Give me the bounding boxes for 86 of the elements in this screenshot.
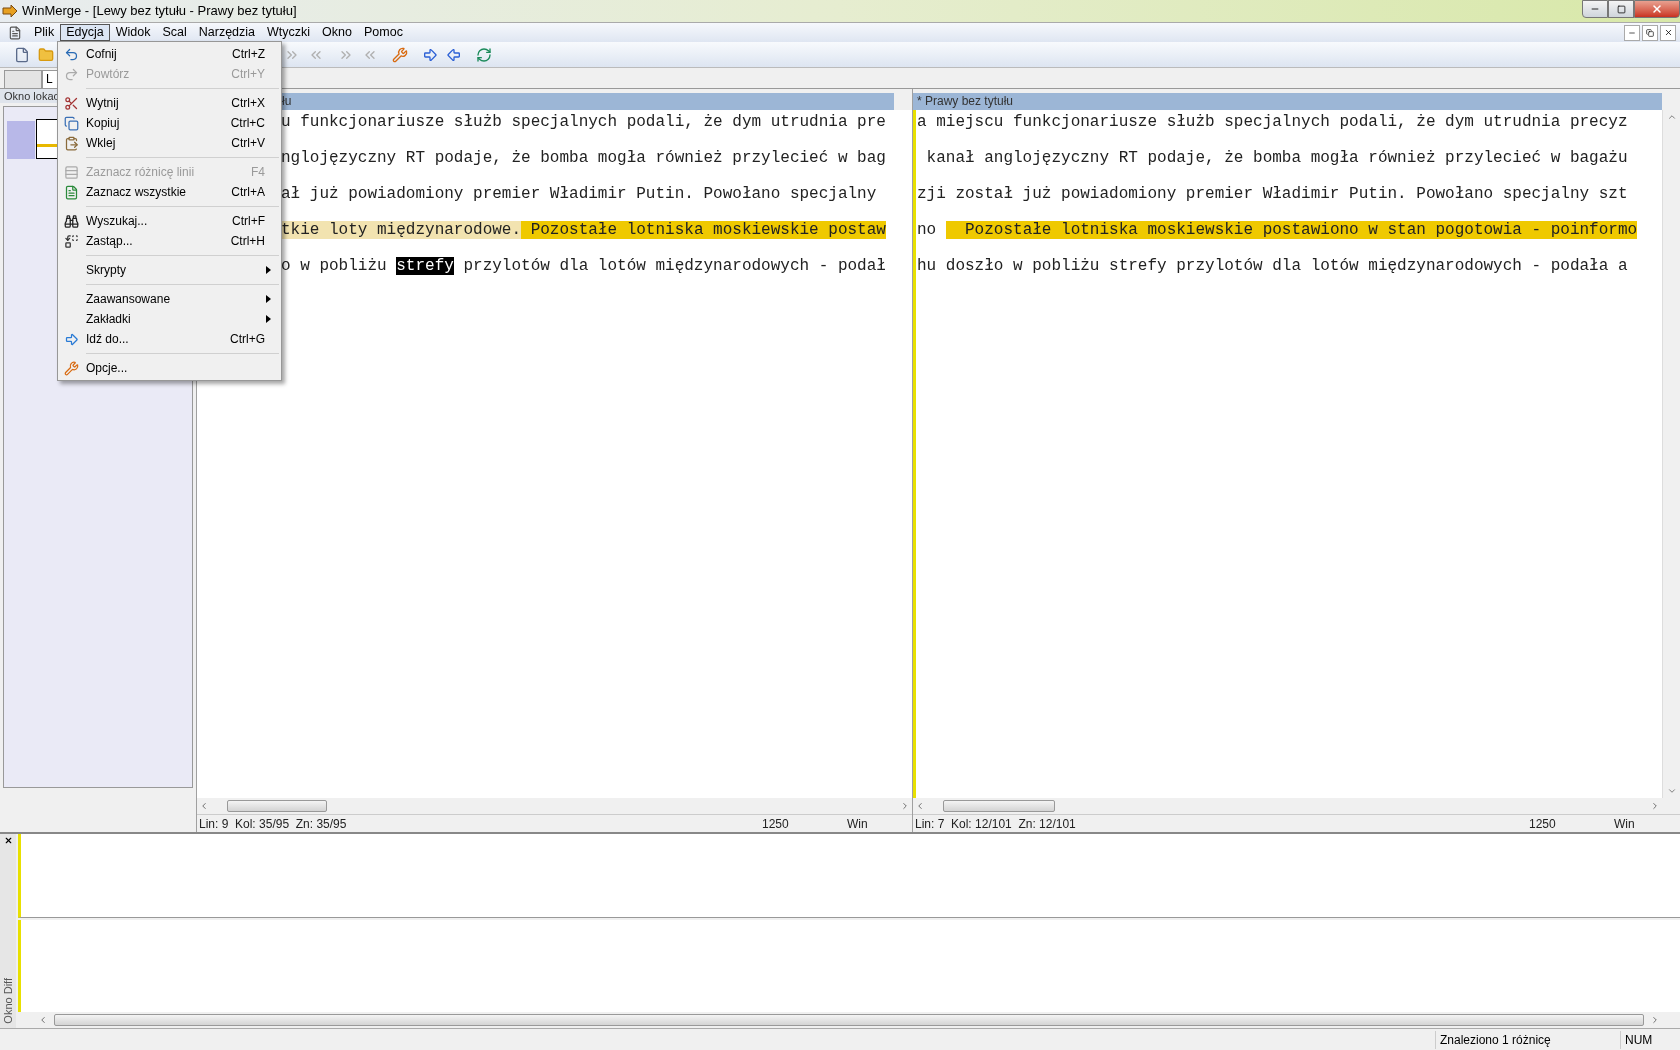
scroll-left-icon[interactable] [199,801,209,811]
menu-item[interactable]: Skrypty [58,260,281,280]
document-tab[interactable] [4,70,42,88]
wrench-icon[interactable] [392,46,408,63]
maximize-button[interactable] [1608,0,1634,18]
submenu-arrow-icon [266,295,271,303]
minimize-button[interactable] [1582,0,1608,18]
scroll-thumb[interactable] [54,1014,1644,1026]
menu-item[interactable]: Zaznacz wszystkie Ctrl+A [58,182,281,202]
window-title: WinMerge - [Lewy bez tytułu - Prawy bez tytułu] [22,2,297,21]
menu-item[interactable]: Idź do... Ctrl+G [58,329,281,349]
undo-icon [63,46,79,62]
maximize-icon [1616,4,1626,14]
menu-bar-item[interactable]: Edycja [60,24,110,41]
close-button[interactable] [1634,0,1680,18]
status-message: Znaleziono 1 różnicę [1435,1030,1620,1049]
menu-bar-item[interactable]: Okno [316,24,358,41]
menu-item[interactable]: Opcje... [58,358,281,378]
eol-label: Win [847,815,868,833]
menu-bar-item[interactable]: Plik [28,24,61,41]
scroll-thumb[interactable] [227,800,327,812]
scroll-thumb[interactable] [943,800,1055,812]
code-line: tkie loty międzynarodowe. Pozostałe lotniska moskiewskie postaw [281,221,886,239]
app-logo-icon [2,3,18,19]
clipboard-icon [63,135,79,151]
menu-item[interactable]: Cofnij Ctrl+Z [58,44,281,64]
code-line: no Pozostałe lotniska moskiewskie postawiono w stan pogotowia - poinformo [917,221,1638,239]
document-icon[interactable] [8,25,22,40]
submenu-arrow-icon [266,315,271,323]
rows-icon [63,164,79,180]
restore-icon [1646,28,1654,37]
eol-label: Win [1614,815,1635,833]
scroll-up-icon[interactable] [1666,112,1677,122]
menu-bar-item[interactable]: Pomoc [358,24,409,41]
close-icon[interactable] [3,836,13,845]
child-minimize-button[interactable] [1624,24,1640,41]
redo-icon [63,66,79,82]
scroll-left-icon[interactable] [38,1015,48,1025]
arrow-right-icon[interactable] [422,46,438,63]
code-line: hu doszło w pobliżu strefy przylotów dla lotów międzynarodowych - podała a [917,257,1628,275]
document-icon [63,184,79,200]
location-bar [7,121,35,159]
code-line: nglojęzyczny RT podaje, że bomba mogła również przylecieć w bag [281,149,886,167]
code-line: a miejscu funkcjonariusze służb specjalnych podali, że dym utrudnia precyz [917,113,1628,131]
code-line: zji został już powiadomiony premier Władimir Putin. Powołano specjalny szt [917,185,1628,203]
scroll-right-icon[interactable] [900,801,910,811]
cursor-position: Lin: 9 Kol: 35/95 Zn: 35/95 [198,815,348,833]
folder-icon[interactable] [38,46,54,63]
code-line: o w pobliżu strefy przylotów dla lotów międzynarodowych - podał [281,257,886,275]
scissors-icon [63,95,79,111]
close-icon [1663,28,1673,37]
num-lock-indicator: NUM [1620,1030,1680,1049]
arrow-left-icon[interactable] [446,46,462,63]
code-line: ał już powiadomiony premier Władimir Putin. Powołano specjalny [281,185,877,203]
menu-item[interactable]: Zakładki [58,309,281,329]
diff-pane-title: Okno Diff [1,978,15,1024]
code-line: kanał anglojęzyczny RT podaje, że bomba mogła również przylecieć w bagażu [925,149,1628,167]
submenu-arrow-icon [266,266,271,274]
cursor-position: Lin: 7 Kol: 12/101 Zn: 12/101 [914,815,1077,833]
menu-bar-item[interactable]: Narzędzia [192,24,262,41]
child-restore-button[interactable] [1642,24,1658,41]
binoculars-icon [63,213,79,229]
child-close-button[interactable] [1660,24,1676,41]
codepage-label: 1250 [762,815,790,833]
menu-item[interactable]: Wklej Ctrl+V [58,133,281,153]
close-icon [1651,3,1663,15]
menu-item[interactable]: Wyszukaj... Ctrl+F [58,211,281,231]
replace-icon [63,233,79,249]
menu-bar-item[interactable]: Scal [156,24,193,41]
scroll-right-icon[interactable] [1650,801,1660,811]
scroll-right-icon[interactable] [1650,1015,1660,1025]
menu-item[interactable]: Kopiuj Ctrl+C [58,113,281,133]
code-line: u funkcjonariusze służb specjalnych podali, że dym utrudnia pre [281,113,886,131]
menu-bar-item[interactable]: Wtyczki [261,24,317,41]
editor-header: * Prawy bez tytułu [913,93,1662,110]
arrow-right-icon [63,331,79,347]
scroll-left-icon[interactable] [915,801,925,811]
menu-item[interactable]: Zaawansowane [58,289,281,309]
refresh-icon[interactable] [476,46,492,63]
menu-item[interactable]: Zastąp... Ctrl+H [58,231,281,251]
menu-bar-item[interactable]: Widok [109,24,157,41]
new-file-icon[interactable] [14,46,30,63]
wrench-icon [63,360,79,376]
codepage-label: 1250 [1529,815,1557,833]
copy-icon [63,115,79,131]
scroll-down-icon[interactable] [1666,786,1677,796]
